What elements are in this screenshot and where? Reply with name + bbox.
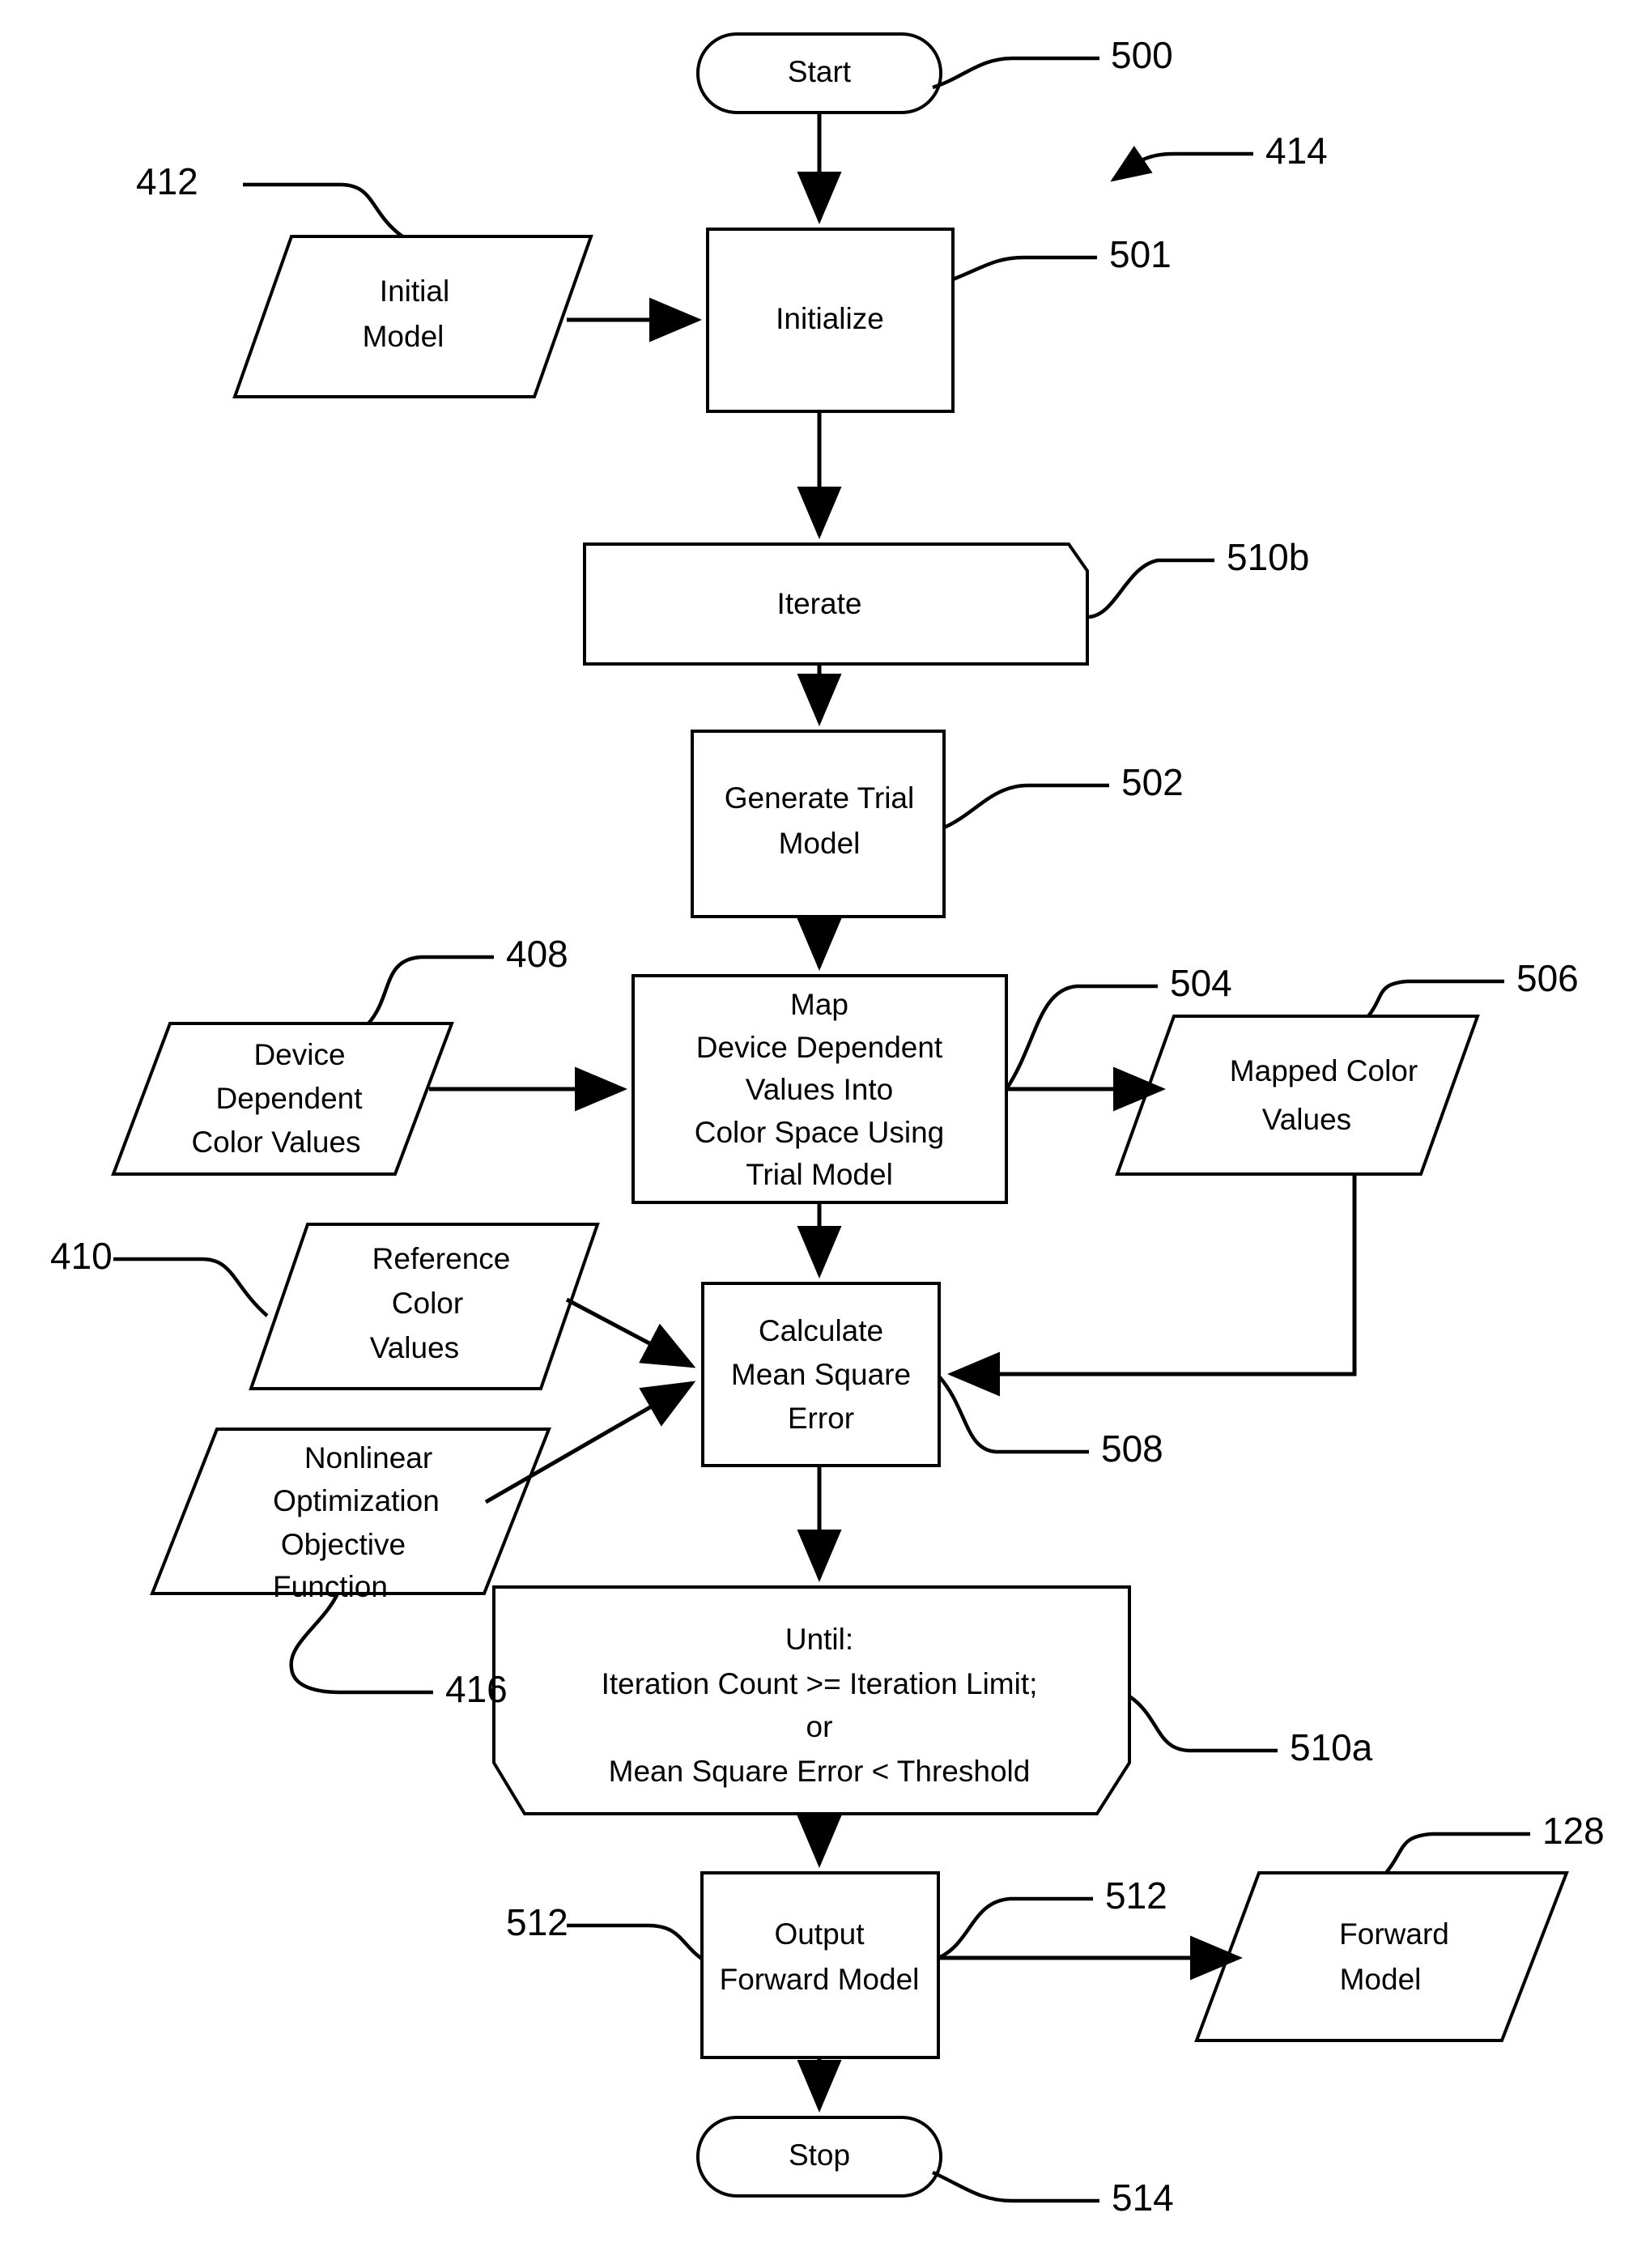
node-calculate-label-1: Calculate xyxy=(759,1314,883,1347)
node-calculate-label-2: Mean Square xyxy=(731,1358,911,1391)
ref-numeral-512-right: 512 xyxy=(1105,1874,1167,1917)
ref-numeral-500: 500 xyxy=(1111,34,1173,76)
node-map-label-4: Color Space Using xyxy=(695,1116,944,1149)
node-nonlinear-label-3: Objective xyxy=(281,1528,406,1561)
leader-512-left xyxy=(567,1923,704,1961)
flowchart-svg: Start Initial Model Initialize Iterate G… xyxy=(50,32,1605,2219)
node-initial-model-label-1: Initial xyxy=(380,274,449,308)
ref-numeral-414: 414 xyxy=(1265,130,1328,172)
node-device-values-label-2: Dependent xyxy=(215,1082,363,1115)
node-map-label-2: Device Dependent xyxy=(696,1031,943,1064)
ref-numeral-504: 504 xyxy=(1170,962,1232,1004)
node-map-label-3: Values Into xyxy=(746,1073,893,1106)
leader-416 xyxy=(289,1593,433,1695)
ref-numeral-512-left: 512 xyxy=(506,1901,568,1943)
node-calculate-label-3: Error xyxy=(788,1402,854,1435)
leader-510a xyxy=(1128,1695,1278,1753)
node-generate-trial-model xyxy=(691,730,946,918)
ref-numeral-501: 501 xyxy=(1109,233,1172,275)
leader-502 xyxy=(943,783,1109,830)
leader-512-right xyxy=(938,1896,1093,1960)
ref-numeral-508: 508 xyxy=(1101,1428,1163,1470)
node-until-label-4: Mean Square Error < Threshold xyxy=(609,1755,1031,1788)
node-initialize-label: Initialize xyxy=(776,302,884,335)
node-initial-model-label-2: Model xyxy=(363,320,444,353)
leader-506 xyxy=(1367,979,1504,1018)
node-iterate-label: Iterate xyxy=(777,587,862,620)
node-forward-model-label-2: Model xyxy=(1340,1963,1422,1996)
leader-500 xyxy=(932,56,1099,90)
node-output-forward-label-2: Forward Model xyxy=(720,1963,920,1996)
node-until-label-1: Until: xyxy=(785,1623,853,1656)
node-output-forward-label-1: Output xyxy=(774,1917,865,1951)
ref-numeral-502: 502 xyxy=(1121,761,1184,803)
node-mapped-values-label-2: Values xyxy=(1262,1103,1351,1136)
leader-504 xyxy=(1005,984,1158,1091)
ref-numeral-510b: 510b xyxy=(1227,536,1309,578)
ref-numeral-416: 416 xyxy=(445,1668,508,1710)
connector-reference-values-to-calculate xyxy=(565,1297,696,1368)
leader-514 xyxy=(932,2170,1099,2203)
flowchart-canvas: Start Initial Model Initialize Iterate G… xyxy=(0,0,1650,2268)
leader-408 xyxy=(367,955,494,1025)
node-nonlinear-label-4: Function xyxy=(273,1570,388,1603)
leader-412 xyxy=(243,182,404,238)
node-generate-trial-label-1: Generate Trial xyxy=(725,781,914,815)
ref-numeral-410: 410 xyxy=(50,1235,113,1277)
node-device-values-label-3: Color Values xyxy=(191,1125,360,1159)
leader-414 xyxy=(1110,145,1253,182)
ref-numeral-506: 506 xyxy=(1516,957,1579,999)
node-forward-model-label-1: Forward xyxy=(1339,1917,1449,1951)
ref-numeral-412: 412 xyxy=(136,160,198,202)
node-map-label-1: Map xyxy=(790,988,848,1021)
node-until-label-3: or xyxy=(806,1710,833,1743)
node-start-label: Start xyxy=(788,55,852,88)
ref-numeral-128: 128 xyxy=(1542,1810,1605,1852)
node-reference-values-label-3: Values xyxy=(370,1331,459,1364)
node-reference-values-label-2: Color xyxy=(392,1287,463,1320)
node-device-values-label-1: Device xyxy=(253,1038,345,1071)
node-nonlinear-label-1: Nonlinear xyxy=(304,1441,432,1474)
leader-510b xyxy=(1087,558,1214,619)
node-stop-label: Stop xyxy=(789,2138,850,2172)
node-nonlinear-label-2: Optimization xyxy=(273,1484,440,1517)
node-reference-values-label-1: Reference xyxy=(372,1242,511,1275)
node-initial-model xyxy=(232,235,593,398)
node-map-label-5: Trial Model xyxy=(746,1158,893,1191)
leader-410 xyxy=(113,1257,269,1317)
leader-128 xyxy=(1384,1832,1530,1874)
leader-508 xyxy=(938,1375,1089,1454)
ref-numeral-514: 514 xyxy=(1112,2177,1174,2219)
ref-numeral-408: 408 xyxy=(506,933,568,975)
connector-mapped-values-feedback-to-calculate xyxy=(947,1174,1357,1397)
node-mapped-values-label-1: Mapped Color xyxy=(1230,1054,1418,1087)
node-forward-model xyxy=(1194,1871,1569,2042)
leader-501 xyxy=(952,255,1097,282)
node-mapped-color-values xyxy=(1115,1015,1480,1176)
node-generate-trial-label-2: Model xyxy=(779,827,861,860)
node-until-label-2: Iteration Count >= Iteration Limit; xyxy=(602,1667,1038,1700)
ref-numeral-510a: 510a xyxy=(1290,1726,1373,1768)
